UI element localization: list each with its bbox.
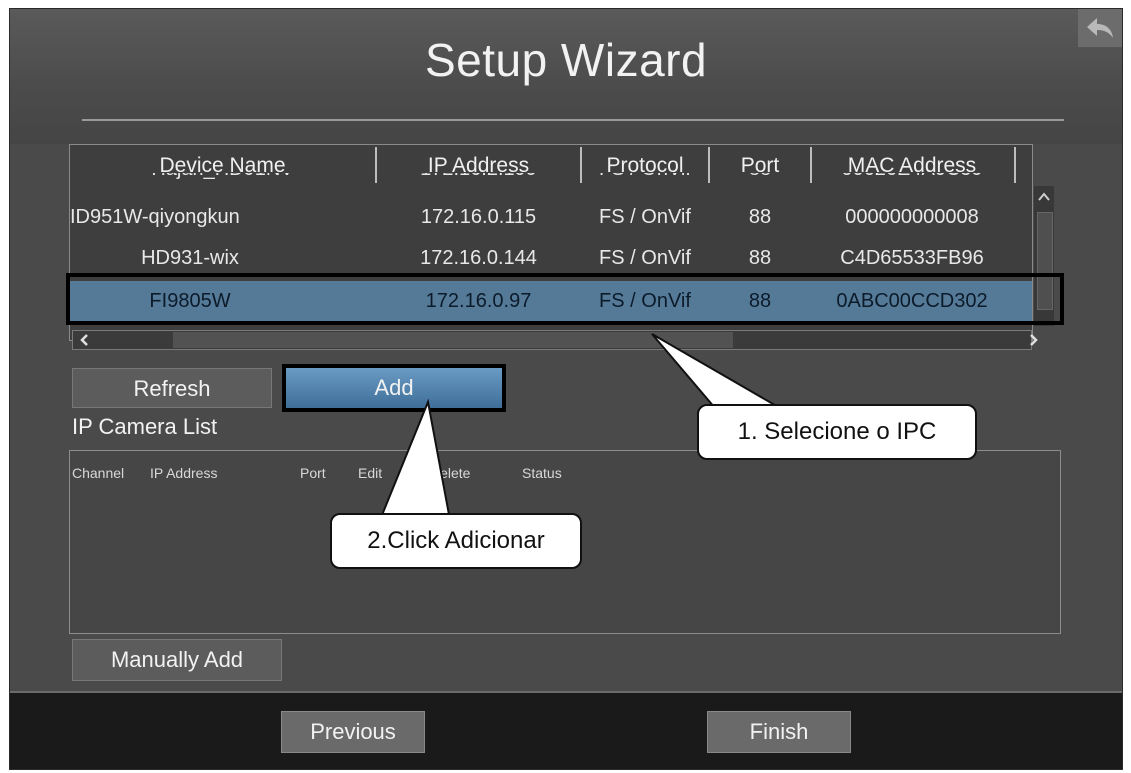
- cell-mac-address: C4D65533FB96: [840, 247, 984, 269]
- column-header-edit: Edit: [358, 465, 383, 481]
- horizontal-scroll-thumb[interactable]: [173, 332, 733, 348]
- table-row[interactable]: Hajari_HD91NV 172.16.2.199 FS / OnVif 88…: [70, 173, 1032, 189]
- cell-ip-address: 172.16.0.115: [420, 206, 537, 228]
- scroll-right-icon[interactable]: [1025, 332, 1041, 348]
- column-header-port: Port: [300, 465, 326, 481]
- scroll-up-icon[interactable]: [1034, 190, 1054, 204]
- column-header-channel: Channel: [72, 465, 125, 481]
- add-button[interactable]: Add: [282, 364, 506, 412]
- title-divider: [82, 119, 1064, 121]
- refresh-button[interactable]: Refresh: [72, 368, 272, 408]
- cell-ip-address: 172.16.2.199: [377, 173, 580, 189]
- selected-row-highlight: [66, 273, 1064, 325]
- scroll-left-icon[interactable]: [77, 332, 93, 348]
- finish-button[interactable]: Finish: [707, 711, 851, 753]
- previous-button[interactable]: Previous: [281, 711, 425, 753]
- manually-add-button[interactable]: Manually Add: [72, 639, 282, 681]
- column-header-status: Status: [522, 465, 562, 481]
- cell-mac-address: 000000000008: [845, 206, 979, 228]
- back-button[interactable]: [1078, 9, 1122, 47]
- column-header-ip-address: IP Address: [150, 465, 218, 481]
- ip-camera-list-title: IP Camera List: [72, 414, 218, 439]
- horizontal-scrollbar[interactable]: [72, 330, 1038, 350]
- cell-device-name: Hajari_HD91NV: [70, 173, 375, 189]
- cell-port: 88: [748, 206, 772, 228]
- annotation-step2-bubble: 2.Click Adicionar: [330, 513, 582, 569]
- cell-protocol: FS / OnVif: [582, 173, 708, 189]
- cell-mac-address: 00626E4A0C59: [812, 173, 1012, 189]
- table-row[interactable]: ID951W-qiyongkun 172.16.0.115 FS / OnVif…: [70, 197, 1032, 237]
- cell-ip-address: 172.16.0.144: [420, 247, 537, 269]
- back-arrow-icon: [1087, 18, 1113, 38]
- cell-protocol: FS / OnVif: [599, 247, 691, 269]
- annotation-step1-bubble: 1. Selecione o IPC: [697, 404, 977, 460]
- setup-wizard-window: Setup Wizard Device Name IP Address Prot…: [9, 8, 1123, 770]
- title-bar: Setup Wizard: [10, 9, 1122, 144]
- column-header-delete: Delete: [430, 465, 471, 481]
- wizard-footer: Previous Finish: [10, 691, 1122, 769]
- cell-device-name: HD931-wix: [141, 247, 239, 269]
- cell-protocol: FS / OnVif: [599, 206, 691, 228]
- cell-device-name: ID951W-qiyongkun: [70, 206, 240, 228]
- table-row[interactable]: HD931-wix 172.16.0.144 FS / OnVif 88 C4D…: [70, 238, 1032, 278]
- cell-port: 88: [748, 247, 772, 269]
- cell-port: 88: [710, 173, 810, 189]
- window-title: Setup Wizard: [424, 34, 708, 86]
